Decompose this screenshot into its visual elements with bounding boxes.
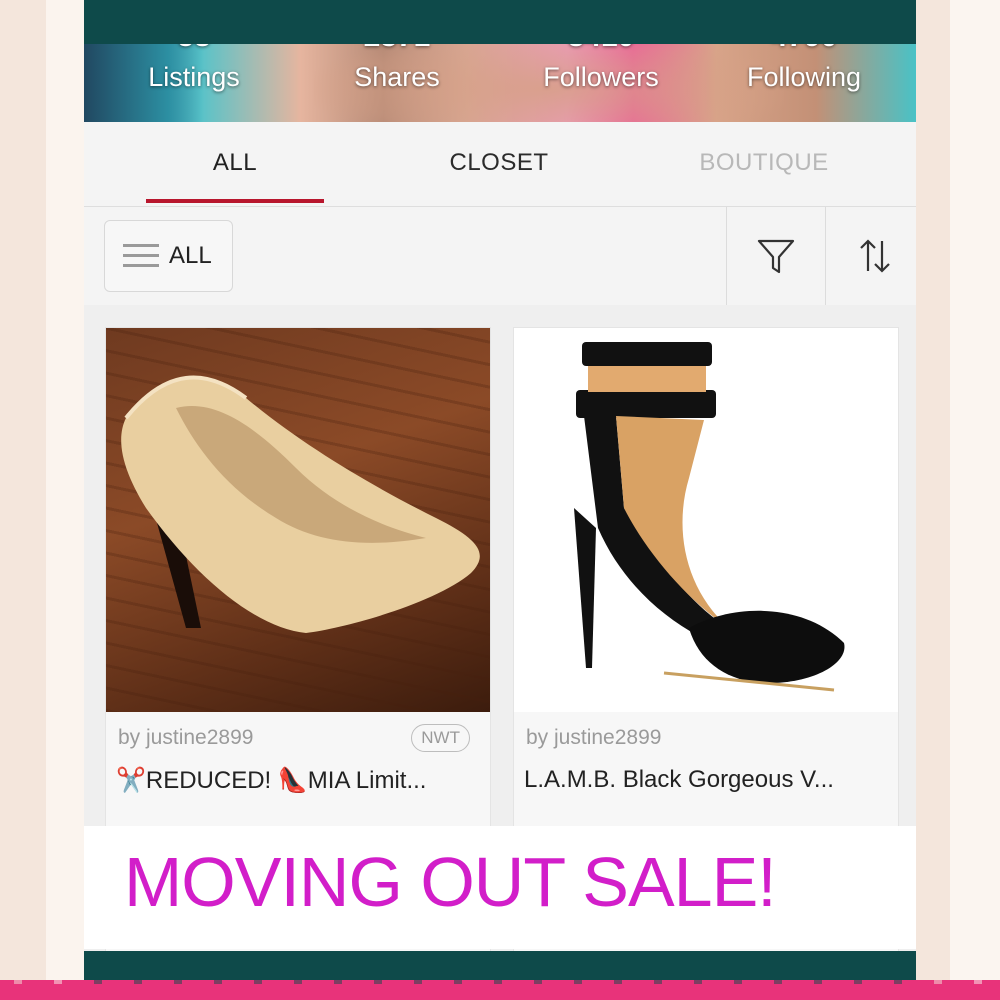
sale-overlay-text: MOVING OUT SALE! — [124, 843, 777, 921]
stat-number: 4790 — [704, 44, 904, 56]
listing-seller[interactable]: by justine2899 — [526, 726, 661, 750]
active-tab-indicator — [146, 199, 324, 203]
stat-label: Shares — [354, 62, 440, 92]
pink-brush-strip — [0, 984, 1000, 1000]
filter-bar: ALL — [84, 207, 916, 306]
stat-following[interactable]: 4790 Following — [704, 44, 904, 93]
app-screen: 58 Listings 2371 Shares 8410 Followers 4… — [84, 0, 916, 1000]
profile-cover-banner: 58 Listings 2371 Shares 8410 Followers 4… — [84, 44, 916, 122]
listing-title[interactable]: ✂️REDUCED! 👠MIA Limit... — [116, 766, 486, 795]
tab-closet[interactable]: CLOSET — [414, 122, 584, 206]
frame-right — [916, 0, 950, 1000]
tab-boutique[interactable]: BOUTIQUE — [674, 122, 854, 206]
category-label: ALL — [169, 242, 212, 269]
frame-right-outer — [950, 0, 1000, 1000]
stat-followers[interactable]: 8410 Followers — [501, 44, 701, 93]
top-bar — [84, 0, 916, 44]
stat-number: 8410 — [501, 44, 701, 56]
listing-seller[interactable]: by justine2899 — [118, 726, 253, 750]
tab-all[interactable]: ALL — [146, 122, 324, 206]
black-heel-image — [574, 342, 845, 692]
filter-button[interactable] — [726, 207, 825, 305]
stat-label: Listings — [148, 62, 240, 92]
stat-label: Followers — [543, 62, 659, 92]
stat-listings[interactable]: 58 Listings — [94, 44, 294, 93]
listing-photo-nude-pump[interactable] — [106, 328, 490, 712]
listing-photo-black-heel[interactable] — [514, 328, 898, 712]
stat-shares[interactable]: 2371 Shares — [297, 44, 497, 93]
sort-icon — [860, 239, 890, 273]
frame-left-inner — [46, 0, 84, 1000]
filter-icon — [757, 239, 795, 274]
category-all-button[interactable]: ALL — [104, 220, 233, 292]
listing-title[interactable]: L.A.M.B. Black Gorgeous V... — [524, 766, 894, 794]
stat-label: Following — [746, 62, 862, 92]
nwt-badge: NWT — [411, 724, 470, 752]
menu-icon — [123, 244, 159, 268]
stat-number: 2371 — [297, 44, 497, 56]
sort-button[interactable] — [825, 207, 916, 305]
stat-number: 58 — [94, 44, 294, 56]
sale-overlay-banner: MOVING OUT SALE! — [84, 826, 916, 949]
frame-left — [0, 0, 46, 1000]
closet-tabs: ALL CLOSET BOUTIQUE — [84, 122, 916, 207]
nude-pump-image — [121, 375, 480, 633]
